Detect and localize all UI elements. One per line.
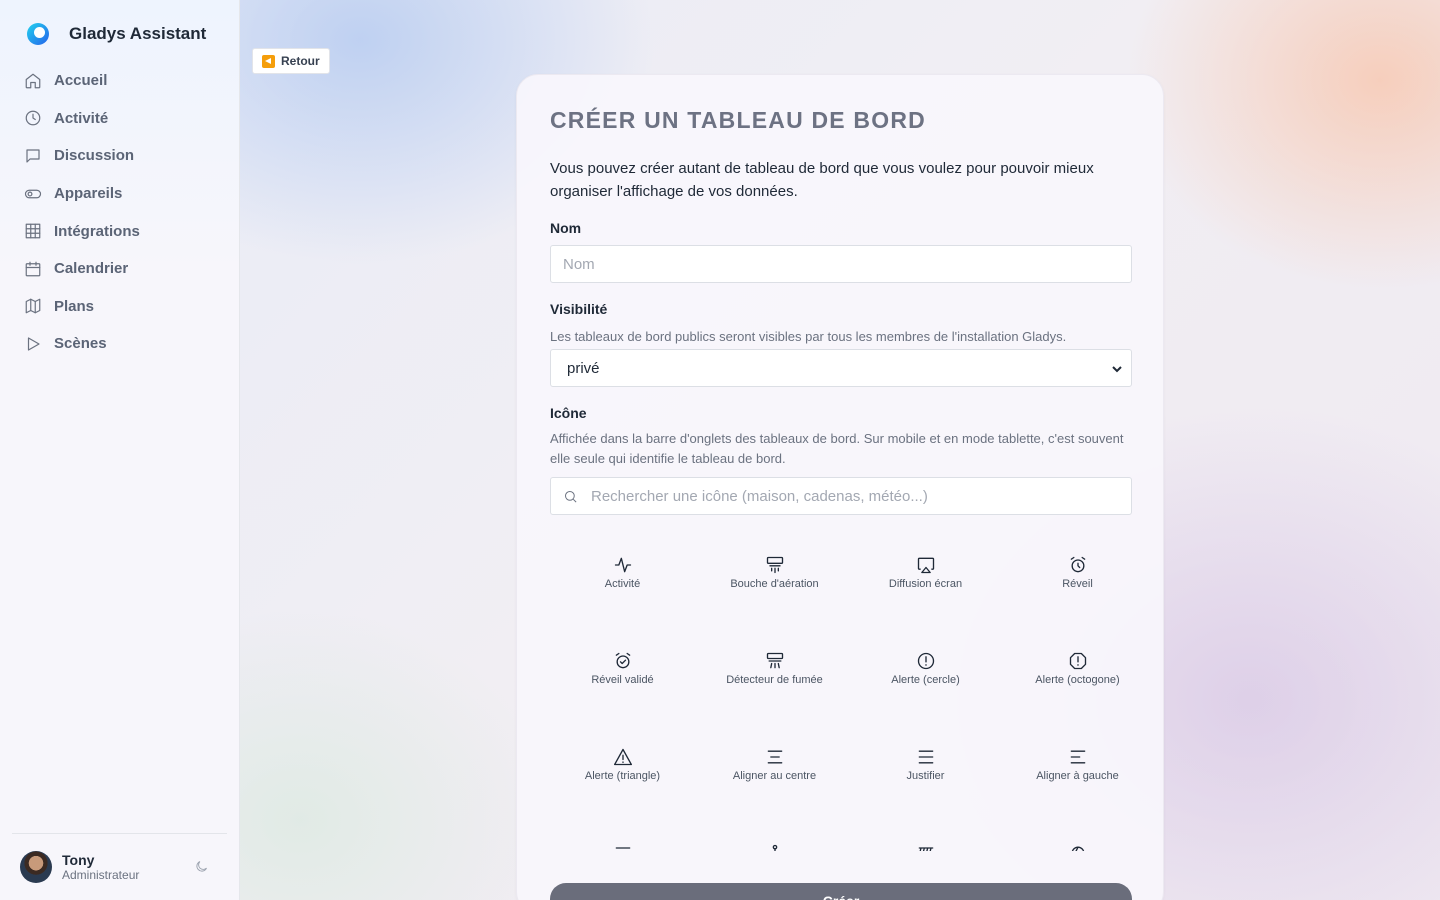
sidebar-item-label: Scènes <box>54 335 107 353</box>
icon-option-label: Alerte (triangle) <box>584 770 661 782</box>
clock-icon <box>25 111 41 126</box>
play-icon <box>27 337 40 351</box>
icon-option-label: Aligner au centre <box>732 770 817 782</box>
back-button-label: Retour <box>281 54 320 68</box>
back-button[interactable]: Retour <box>252 48 330 74</box>
sidebar-item-label: Discussion <box>54 147 135 165</box>
visibility-label: Visibilité <box>550 301 608 317</box>
grid-icon <box>25 223 41 239</box>
icon-search <box>550 477 1132 515</box>
icon-grid: Activité Bouche d'aération Diffusion écr… <box>550 537 1132 851</box>
sidebar-nav: Accueil Activité Discussion Appareils In… <box>24 62 224 363</box>
avatar[interactable] <box>20 851 52 883</box>
user-role: Administrateur <box>62 867 140 882</box>
icon-option-label: Diffusion écran <box>888 578 963 590</box>
alarm-clock-check-icon <box>615 652 630 669</box>
icon-option-label: Alerte (octogone) <box>1035 674 1120 686</box>
icon-option-anchor[interactable] <box>702 825 847 851</box>
back-arrow-icon <box>262 54 275 68</box>
sidebar-item-label: Intégrations <box>54 222 140 240</box>
name-label: Nom <box>550 220 582 236</box>
icon-hint: Affichée dans la barre d'onglets des tab… <box>550 431 1124 466</box>
chevron-down-icon <box>1111 362 1123 374</box>
visibility-selected-value: privé <box>567 359 600 377</box>
sidebar-item-appareils[interactable]: Appareils <box>24 175 224 213</box>
minus-icon <box>615 847 630 849</box>
icon-option-label: Réveil validé <box>591 674 654 686</box>
name-input[interactable] <box>550 245 1132 283</box>
sidebar-item-accueil[interactable]: Accueil <box>24 62 224 100</box>
map-icon <box>25 299 41 314</box>
home-icon <box>25 73 41 89</box>
icon-search-input[interactable] <box>550 477 1132 515</box>
user-profile[interactable]: Tony Administrateur <box>12 833 227 900</box>
alarm-clock-icon <box>1070 556 1085 573</box>
sidebar-item-label: Calendrier <box>54 260 129 278</box>
icon-option-airplay[interactable]: Diffusion écran <box>853 537 998 633</box>
visibility-select[interactable]: privé <box>550 349 1132 387</box>
icon-option-alert-triangle[interactable]: Alerte (triangle) <box>550 729 695 825</box>
sidebar-item-label: Activité <box>54 109 109 127</box>
icon-option-label: Détecteur de fumée <box>726 674 823 686</box>
visibility-hint: Les tableaux de bord publics seront visi… <box>550 329 1067 344</box>
sidebar-item-label: Appareils <box>54 185 123 203</box>
sidebar-item-discussion[interactable]: Discussion <box>24 137 224 175</box>
alert-circle-icon <box>917 652 934 670</box>
smoke-detector-icon <box>766 652 783 669</box>
align-left-icon <box>1070 750 1085 764</box>
icon-option-heater[interactable] <box>853 825 998 851</box>
sidebar-item-label: Accueil <box>54 72 108 90</box>
intro-text: Vous pouvez créer autant de tableau de b… <box>550 160 1094 200</box>
icon-option-label: Justifier <box>906 770 945 782</box>
icon-option-align-left[interactable]: Aligner à gauche <box>1005 729 1132 825</box>
icon-option-align-center[interactable]: Aligner au centre <box>702 729 847 825</box>
icon-option-air-vent[interactable]: Bouche d'aération <box>702 537 847 633</box>
create-dashboard-card: CRÉER UN TABLEAU DE BORD Vous pouvez cré… <box>516 74 1164 900</box>
align-center-icon <box>767 750 782 764</box>
icon-option-aperture[interactable] <box>1005 825 1132 851</box>
calendar-icon <box>25 261 41 277</box>
air-vent-icon <box>766 556 783 574</box>
icon-option-align-justify[interactable]: Justifier <box>853 729 998 825</box>
heater-icon <box>918 847 933 851</box>
sidebar-item-integrations[interactable]: Intégrations <box>24 212 224 250</box>
toggle-icon <box>24 189 42 198</box>
app-name: Gladys Assistant <box>69 24 207 43</box>
airplay-icon <box>917 557 934 574</box>
icon-option-label: Aligner à gauche <box>1036 770 1119 782</box>
icon-option-alert-octagon[interactable]: Alerte (octogone) <box>1005 633 1132 729</box>
sidebar-item-scenes[interactable]: Scènes <box>24 325 224 363</box>
alert-octagon-icon <box>1069 652 1086 670</box>
moon-icon[interactable] <box>194 859 209 874</box>
sidebar: Gladys Assistant Accueil Activité Discus… <box>0 0 240 900</box>
create-button[interactable]: Créer <box>550 883 1132 900</box>
page-title: CRÉER UN TABLEAU DE BORD <box>550 107 926 133</box>
message-icon <box>26 149 40 163</box>
gladys-logo-icon <box>27 23 49 45</box>
aperture-icon <box>1071 846 1084 851</box>
icon-label: Icône <box>550 405 587 421</box>
alert-triangle-icon <box>613 748 632 766</box>
icon-option-activity[interactable]: Activité <box>550 537 695 633</box>
activity-icon <box>614 557 631 573</box>
icon-option-label: Activité <box>604 578 641 590</box>
user-info: Tony Administrateur <box>62 852 139 883</box>
icon-option-label: Bouche d'aération <box>730 578 819 590</box>
icon-option-label: Alerte (cercle) <box>891 674 960 686</box>
anchor-icon <box>772 844 777 851</box>
sidebar-item-calendrier[interactable]: Calendrier <box>24 250 224 288</box>
sidebar-item-label: Plans <box>54 297 95 315</box>
sidebar-item-plans[interactable]: Plans <box>24 288 224 326</box>
brand[interactable]: Gladys Assistant <box>25 20 206 48</box>
icon-option-smoke-detector[interactable]: Détecteur de fumée <box>702 633 847 729</box>
icon-option-alarm-clock-check[interactable]: Réveil validé <box>550 633 695 729</box>
user-name: Tony <box>62 851 95 868</box>
icon-option-alert-circle[interactable]: Alerte (cercle) <box>853 633 998 729</box>
icon-option-alarm-clock[interactable]: Réveil <box>1005 537 1132 633</box>
align-justify-icon <box>918 750 933 764</box>
search-icon <box>563 489 578 504</box>
icon-option-minus[interactable] <box>550 825 695 851</box>
sidebar-item-activite[interactable]: Activité <box>24 100 224 138</box>
icon-option-label: Réveil <box>1062 578 1093 590</box>
